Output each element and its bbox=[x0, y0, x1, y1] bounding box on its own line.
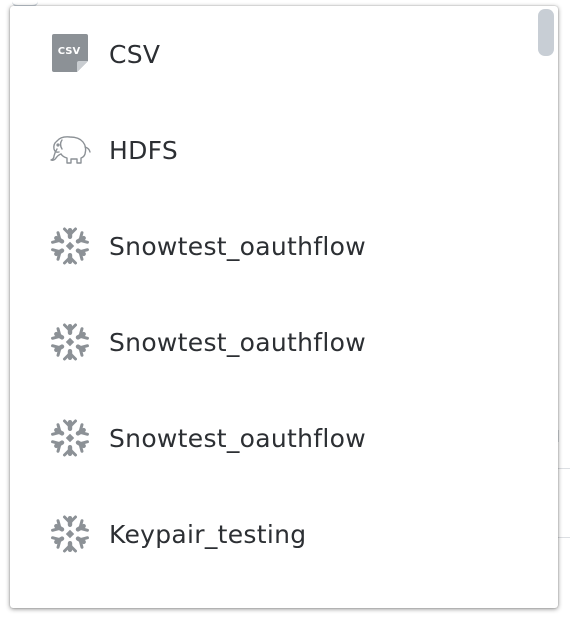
csv-icon-text: CSV bbox=[58, 46, 81, 57]
background-divider bbox=[558, 537, 570, 538]
list-item-snowtest-oauthflow[interactable]: Snowtest_oauthflow bbox=[10, 198, 558, 294]
hadoop-elephant-icon bbox=[48, 128, 92, 172]
list-item-label: Keypair_testing bbox=[109, 519, 307, 549]
background-divider bbox=[558, 468, 570, 469]
snowflake-icon bbox=[48, 224, 92, 268]
csv-file-icon: CSV bbox=[48, 32, 92, 76]
page: CSV CSV HDFS Snowtest_oauthflow Snowtest… bbox=[0, 0, 570, 624]
list-item-label: Snowtest_oauthflow bbox=[109, 231, 366, 261]
snowflake-icon bbox=[48, 416, 92, 460]
list-item-csv[interactable]: CSV CSV bbox=[10, 6, 558, 102]
background-divider bbox=[558, 430, 559, 442]
snowflake-icon bbox=[48, 512, 92, 556]
scrollbar-thumb[interactable] bbox=[538, 9, 554, 56]
list-item-snowtest-oauthflow[interactable]: Snowtest_oauthflow bbox=[10, 294, 558, 390]
list-item-keypair-testing[interactable]: Keypair_testing bbox=[10, 486, 558, 582]
list-item-snowtest-oauthflow[interactable]: Snowtest_oauthflow bbox=[10, 390, 558, 486]
snowflake-icon bbox=[48, 320, 92, 364]
list-item-label: Snowtest_oauthflow bbox=[109, 423, 366, 453]
list-item-hdfs[interactable]: HDFS bbox=[10, 102, 558, 198]
list-item-label: HDFS bbox=[109, 135, 179, 165]
list-item-label: Snowtest_oauthflow bbox=[109, 327, 366, 357]
list-item-label: CSV bbox=[109, 39, 161, 69]
connection-dropdown-list[interactable]: CSV CSV HDFS Snowtest_oauthflow Snowtest… bbox=[10, 6, 558, 608]
connection-list: CSV CSV HDFS Snowtest_oauthflow Snowtest… bbox=[10, 6, 558, 582]
